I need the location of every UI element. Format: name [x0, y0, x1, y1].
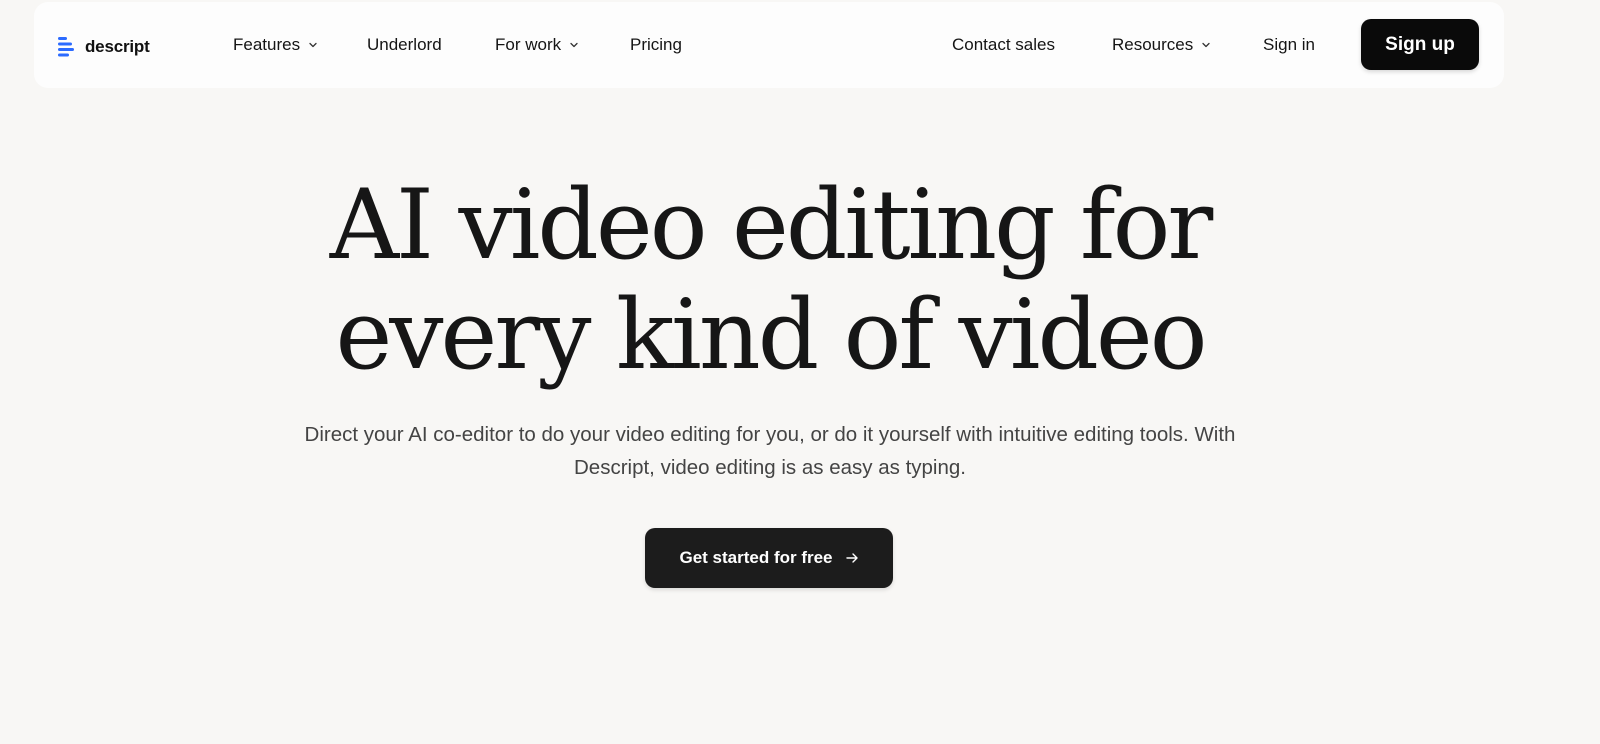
nav-contact-sales-label: Contact sales — [952, 35, 1055, 54]
nav-resources[interactable]: Resources — [1112, 35, 1211, 55]
get-started-label: Get started for free — [679, 548, 833, 567]
nav-pricing-label: Pricing — [630, 35, 682, 54]
nav-for-work[interactable]: For work — [495, 35, 579, 55]
descript-logo-icon — [58, 37, 74, 57]
nav-resources-label: Resources — [1112, 35, 1194, 54]
hero-subtitle-line-2: Descript, video editing is as easy as ty… — [574, 456, 966, 479]
sign-up-label: Sign up — [1385, 33, 1455, 55]
hero-title-line-2: every kind of video — [335, 279, 1207, 391]
nav-underlord-label: Underlord — [367, 35, 442, 54]
brand-name: descript — [85, 37, 150, 56]
top-navbar: descript Features Underlord For work Pri… — [34, 2, 1504, 88]
hero-subtitle: Direct your AI co-editor to do your vide… — [250, 418, 1290, 484]
descript-logo[interactable]: descript — [58, 35, 150, 59]
hero-title: AI video editing for every kind of video — [0, 170, 1540, 390]
nav-underlord[interactable]: Underlord — [367, 35, 442, 55]
nav-features-label: Features — [233, 35, 301, 54]
chevron-down-icon — [1202, 42, 1210, 48]
nav-for-work-label: For work — [495, 35, 562, 54]
hero-title-line-1: AI video editing for — [329, 169, 1214, 281]
sign-up-button[interactable]: Sign up — [1361, 19, 1479, 70]
chevron-down-icon — [309, 42, 317, 48]
sign-in-label: Sign in — [1263, 35, 1315, 54]
sign-in-link[interactable]: Sign in — [1263, 35, 1315, 55]
get-started-button[interactable]: Get started for free — [645, 528, 893, 588]
nav-features[interactable]: Features — [233, 35, 318, 55]
nav-pricing[interactable]: Pricing — [630, 35, 682, 55]
chevron-down-icon — [570, 42, 578, 48]
arrow-right-icon — [845, 553, 858, 563]
nav-contact-sales[interactable]: Contact sales — [952, 35, 1055, 55]
hero-subtitle-line-1: Direct your AI co-editor to do your vide… — [304, 423, 1236, 446]
